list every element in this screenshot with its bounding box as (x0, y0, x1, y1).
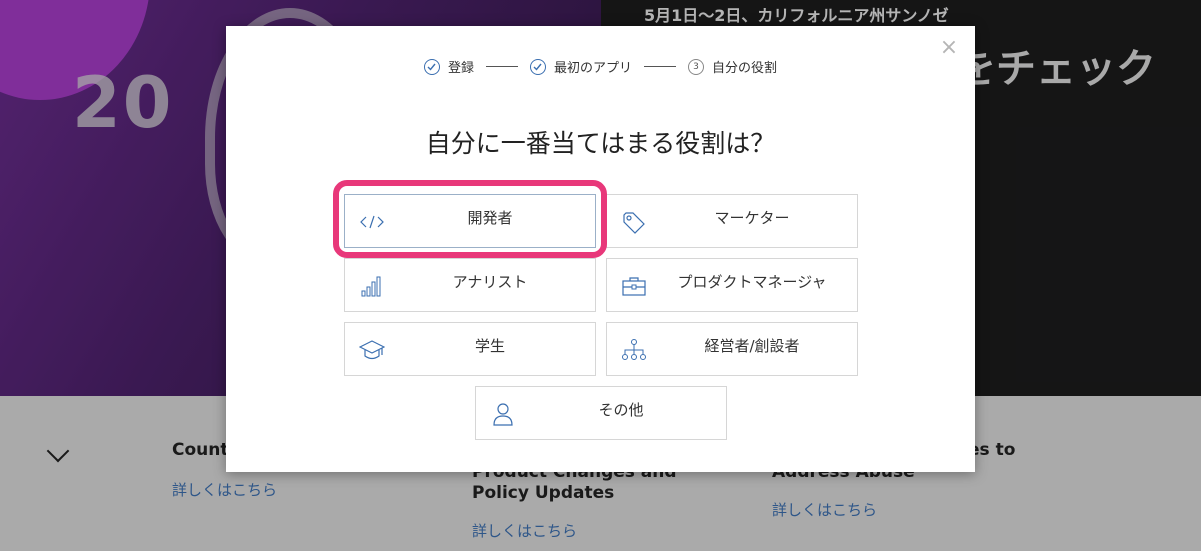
role-label: 経営者/創設者 (704, 337, 800, 355)
step-label: 自分の役割 (712, 61, 778, 76)
role-founder-button[interactable]: 経営者/創設者 (606, 322, 858, 376)
role-label: プロダクトマネージャ (677, 273, 827, 291)
role-analyst-button[interactable]: アナリスト (344, 258, 596, 312)
role-question: 自分に一番当てはまる役割は？ (425, 129, 776, 158)
progress-steps: 登録 最初のアプリ 3 自分の役割 (226, 57, 975, 76)
tag-icon (621, 209, 647, 235)
user-icon (490, 401, 516, 427)
role-selection-modal: × 登録 最初のアプリ 3 自分の役割 自分に一番当てはまる役割は？ 開発者 マ… (226, 26, 975, 472)
step-register: 登録 (423, 57, 474, 76)
step-divider (644, 66, 676, 67)
role-label: 学生 (474, 337, 505, 355)
check-circle-icon (423, 58, 440, 75)
role-product-manager-button[interactable]: プロダクトマネージャ (606, 258, 858, 312)
step-number-icon: 3 (688, 58, 704, 75)
role-label: マーケター (714, 209, 790, 227)
role-label: アナリスト (452, 273, 528, 291)
role-other-button[interactable]: その他 (475, 386, 727, 440)
step-label: 登録 (447, 61, 474, 76)
graduation-cap-icon (359, 337, 385, 363)
step-first-app: 最初のアプリ (529, 57, 632, 76)
check-circle-icon (529, 58, 546, 75)
step-divider (485, 66, 518, 67)
role-student-button[interactable]: 学生 (344, 322, 596, 376)
org-chart-icon (621, 337, 647, 363)
bar-chart-icon (359, 273, 385, 299)
highlight-annotation (333, 180, 607, 258)
step-role: 3 自分の役割 (688, 57, 777, 76)
close-icon[interactable]: × (939, 37, 959, 59)
role-label: その他 (598, 401, 644, 419)
role-marketer-button[interactable]: マーケター (606, 194, 858, 248)
step-label: 最初のアプリ (553, 61, 632, 76)
briefcase-icon (621, 273, 647, 299)
